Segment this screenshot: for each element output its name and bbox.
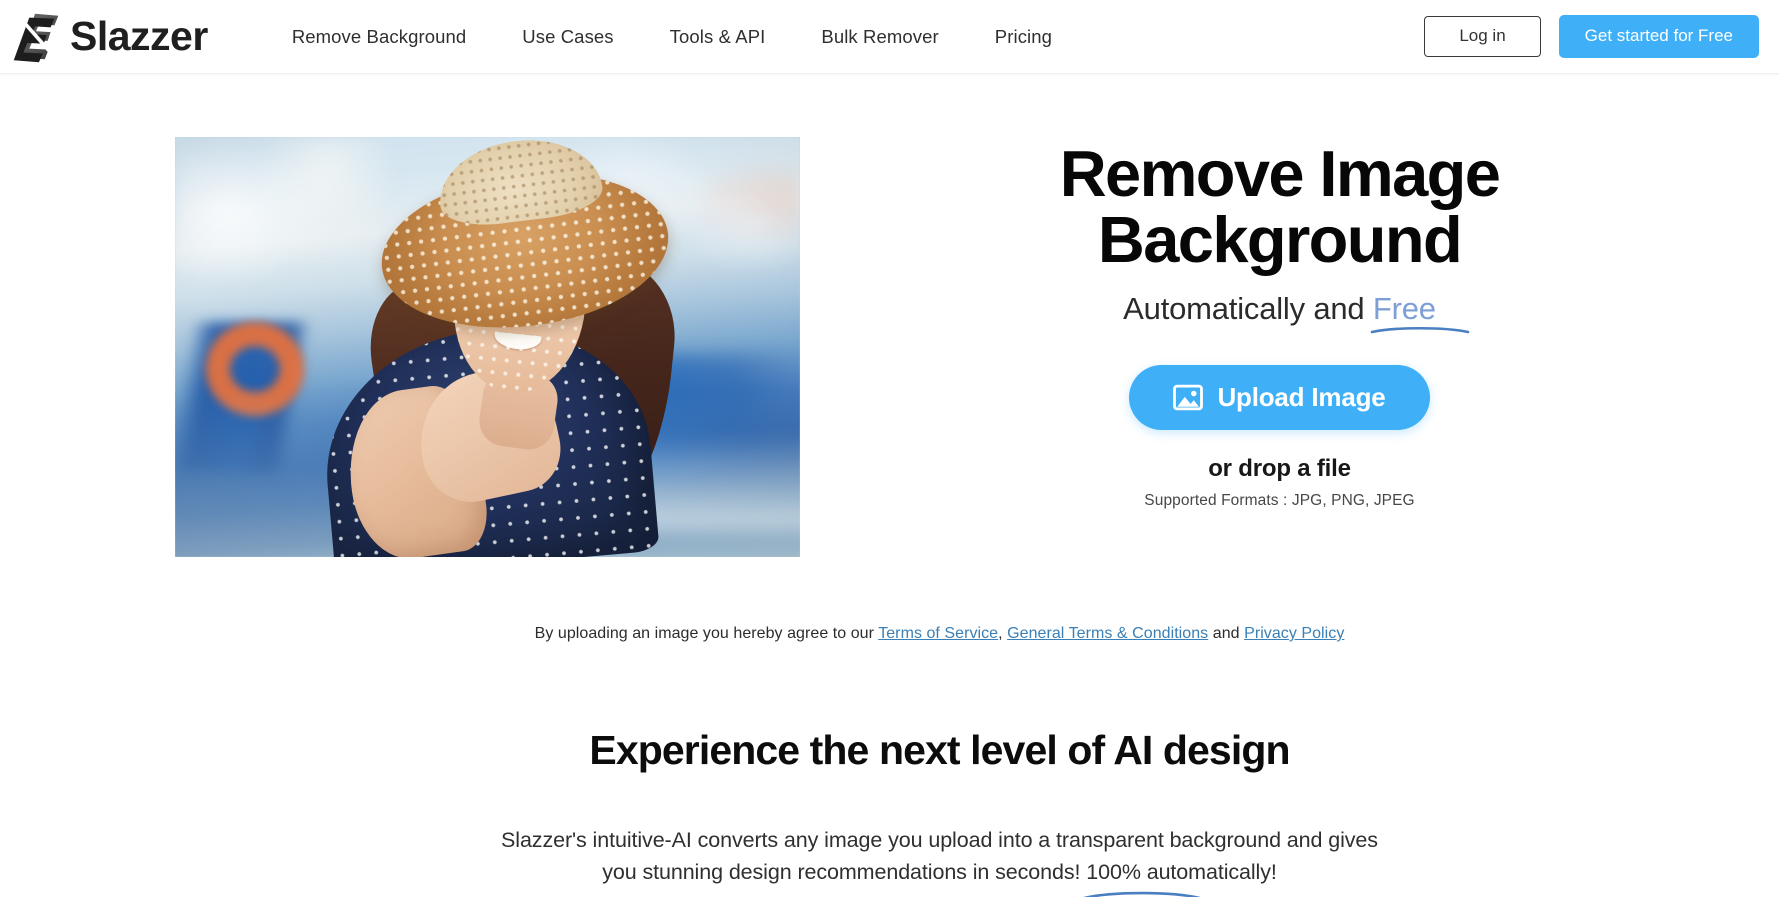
login-button[interactable]: Log in — [1424, 16, 1541, 57]
section-description-line2-prefix: you stunning design recommendations in s… — [602, 860, 1087, 885]
terms-separator-2: and — [1208, 625, 1245, 642]
image-upload-icon — [1173, 384, 1204, 410]
underline-swoosh-icon — [1370, 326, 1470, 333]
section-description-line1: Slazzer's intuitive-AI converts any imag… — [501, 827, 1378, 852]
section-heading: Experience the next level of AI design — [589, 727, 1290, 773]
hero-subtitle-prefix: Automatically and — [1123, 290, 1373, 326]
hero-section: Remove Image Background Automatically an… — [0, 74, 1779, 557]
section-description-highlight: 100% automatically! — [1083, 856, 1277, 897]
upload-image-button[interactable]: Upload Image — [1129, 364, 1430, 430]
terms-notice: By uploading an image you hereby agree t… — [0, 625, 1779, 643]
main-navigation: Remove Background Use Cases Tools & API … — [264, 18, 1080, 56]
hero-photo — [175, 137, 800, 557]
nav-item-pricing[interactable]: Pricing — [967, 18, 1080, 56]
ai-design-section: Experience the next level of AI design S… — [0, 727, 1779, 897]
general-terms-link[interactable]: General Terms & Conditions — [1007, 625, 1208, 642]
nav-item-remove-background[interactable]: Remove Background — [264, 18, 494, 56]
get-started-button[interactable]: Get started for Free — [1558, 15, 1759, 58]
hero-subtitle-highlight: Free — [1370, 290, 1470, 333]
upload-image-label: Upload Image — [1217, 381, 1386, 412]
site-header: Slazzer Remove Background Use Cases Tool… — [0, 0, 1779, 74]
brand-name: Slazzer — [70, 13, 208, 59]
section-description-highlight-text: 100% automatically! — [1086, 860, 1277, 885]
supported-formats-text: Supported Formats : JPG, PNG, JPEG — [1144, 491, 1415, 509]
section-description: Slazzer's intuitive-AI converts any imag… — [501, 791, 1378, 897]
header-actions: Log in Get started for Free — [1424, 15, 1779, 58]
nav-item-bulk-remover[interactable]: Bulk Remover — [793, 18, 966, 56]
terms-separator-1: , — [998, 625, 1008, 642]
nav-item-tools-api[interactable]: Tools & API — [642, 18, 794, 56]
underline-swoosh-icon-2 — [1083, 891, 1201, 897]
hero-content: Remove Image Background Automatically an… — [880, 137, 1679, 510]
hero-subtitle: Automatically and Free — [1123, 290, 1470, 333]
page-title: Remove Image Background — [1059, 137, 1501, 277]
slazzer-diamond-logo-icon — [8, 7, 65, 65]
brand-logo[interactable]: Slazzer — [6, 6, 208, 68]
drop-file-text: or drop a file — [1208, 454, 1351, 482]
terms-of-service-link[interactable]: Terms of Service — [878, 625, 998, 642]
terms-prefix: By uploading an image you hereby agree t… — [534, 625, 879, 642]
nav-item-use-cases[interactable]: Use Cases — [494, 18, 641, 56]
hero-subtitle-highlight-text: Free — [1372, 290, 1436, 326]
privacy-policy-link[interactable]: Privacy Policy — [1244, 625, 1344, 642]
